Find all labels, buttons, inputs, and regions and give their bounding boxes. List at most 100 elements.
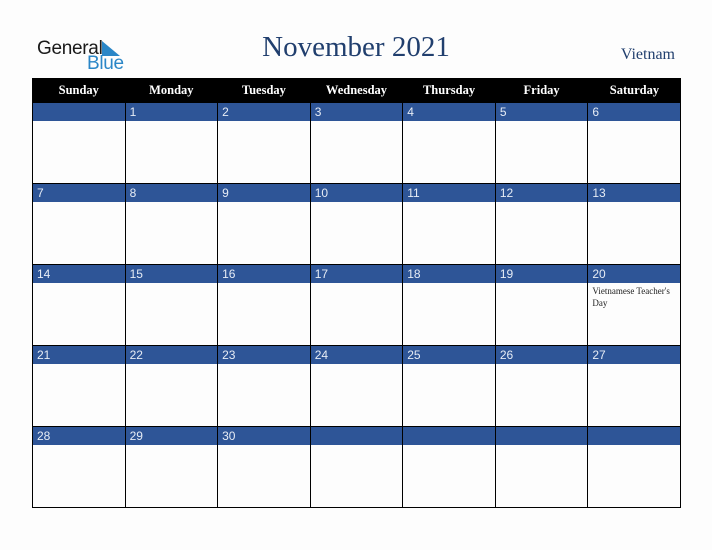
day-events bbox=[126, 364, 218, 426]
day-cell[interactable]: 11 bbox=[402, 183, 496, 265]
week-row: 123456 bbox=[32, 102, 681, 184]
day-cell[interactable]: 18 bbox=[402, 264, 496, 346]
day-events bbox=[218, 364, 310, 426]
day-events bbox=[403, 202, 495, 264]
day-number: 24 bbox=[310, 346, 403, 364]
day-number bbox=[33, 103, 125, 121]
day-events bbox=[496, 202, 588, 264]
day-cell[interactable]: 14 bbox=[32, 264, 126, 346]
day-events bbox=[33, 202, 125, 264]
day-cell[interactable]: 20 Vietnamese Teacher's Day bbox=[587, 264, 681, 346]
day-number: 27 bbox=[588, 346, 680, 364]
day-events bbox=[218, 445, 310, 507]
day-number: 21 bbox=[33, 346, 125, 364]
weekday-wednesday: Wednesday bbox=[309, 78, 403, 103]
day-events bbox=[33, 364, 125, 426]
day-cell[interactable]: 22 bbox=[124, 345, 219, 427]
day-events bbox=[403, 445, 495, 507]
day-cell[interactable] bbox=[402, 426, 496, 508]
day-cell[interactable]: 29 bbox=[124, 426, 219, 508]
day-cell[interactable]: 27 bbox=[587, 345, 681, 427]
day-events bbox=[311, 364, 403, 426]
week-row: 21 22 23 24 25 26 27 bbox=[32, 345, 681, 427]
day-events bbox=[403, 364, 495, 426]
day-cell[interactable]: 17 bbox=[309, 264, 404, 346]
day-events bbox=[311, 445, 403, 507]
day-number: 30 bbox=[218, 427, 310, 445]
weekday-header-row: Sunday Monday Tuesday Wednesday Thursday Frid… bbox=[32, 78, 681, 103]
day-events bbox=[403, 283, 495, 345]
day-cell[interactable]: 6 bbox=[587, 102, 681, 184]
day-cell[interactable]: 12 bbox=[494, 183, 589, 265]
day-number: 16 bbox=[218, 265, 310, 283]
weekday-friday: Friday bbox=[494, 78, 588, 103]
day-number: 9 bbox=[218, 184, 310, 202]
day-cell[interactable]: 28 bbox=[32, 426, 126, 508]
day-number: 26 bbox=[495, 346, 588, 364]
weekday-saturday: Saturday bbox=[587, 78, 681, 103]
day-number: 15 bbox=[125, 265, 218, 283]
day-cell[interactable]: 10 bbox=[309, 183, 404, 265]
day-number: 3 bbox=[310, 103, 403, 121]
day-cell[interactable] bbox=[309, 426, 404, 508]
weekday-monday: Monday bbox=[124, 78, 218, 103]
day-number bbox=[310, 427, 403, 445]
day-cell[interactable] bbox=[587, 426, 681, 508]
day-number: 2 bbox=[218, 103, 310, 121]
day-cell[interactable]: 13 bbox=[587, 183, 681, 265]
day-events bbox=[496, 121, 588, 183]
day-number: 13 bbox=[588, 184, 680, 202]
day-number bbox=[403, 427, 495, 445]
day-number: 17 bbox=[310, 265, 403, 283]
day-cell[interactable]: 1 bbox=[124, 102, 219, 184]
day-cell[interactable] bbox=[32, 102, 126, 184]
day-cell[interactable]: 26 bbox=[494, 345, 589, 427]
day-cell[interactable]: 9 bbox=[217, 183, 311, 265]
day-number: 8 bbox=[125, 184, 218, 202]
week-row: 14 15 16 17 18 19 20 Vietnamese Teacher's Day bbox=[32, 264, 681, 346]
day-cell[interactable]: 7 bbox=[32, 183, 126, 265]
day-events bbox=[218, 121, 310, 183]
day-events bbox=[311, 121, 403, 183]
day-events bbox=[33, 283, 125, 345]
day-events: Vietnamese Teacher's Day bbox=[592, 286, 670, 308]
day-number bbox=[588, 427, 680, 445]
day-events bbox=[403, 121, 495, 183]
day-number: 5 bbox=[495, 103, 588, 121]
day-cell[interactable]: 3 bbox=[309, 102, 404, 184]
day-events bbox=[33, 445, 125, 507]
day-cell[interactable]: 25 bbox=[402, 345, 496, 427]
calendar-title: November 2021 bbox=[262, 31, 450, 63]
day-cell[interactable]: 19 bbox=[494, 264, 589, 346]
day-cell[interactable]: 21 bbox=[32, 345, 126, 427]
day-number: 22 bbox=[125, 346, 218, 364]
day-events bbox=[311, 202, 403, 264]
day-events bbox=[311, 283, 403, 345]
day-cell[interactable]: 4 bbox=[402, 102, 496, 184]
day-number: 10 bbox=[310, 184, 403, 202]
day-events bbox=[588, 445, 680, 507]
day-cell[interactable]: 15 bbox=[124, 264, 219, 346]
day-cell[interactable]: 16 bbox=[217, 264, 311, 346]
day-cell[interactable]: 5 bbox=[494, 102, 589, 184]
day-number: 4 bbox=[403, 103, 495, 121]
day-events bbox=[496, 445, 588, 507]
day-number: 1 bbox=[125, 103, 218, 121]
weekday-tuesday: Tuesday bbox=[217, 78, 311, 103]
day-cell[interactable]: 24 bbox=[309, 345, 404, 427]
day-events bbox=[33, 121, 125, 183]
day-number: 7 bbox=[33, 184, 125, 202]
day-events bbox=[496, 283, 588, 345]
day-cell[interactable] bbox=[494, 426, 589, 508]
day-events bbox=[588, 364, 680, 426]
day-events bbox=[126, 283, 218, 345]
day-number: 20 bbox=[588, 265, 680, 283]
day-number: 18 bbox=[403, 265, 495, 283]
day-cell[interactable]: 8 bbox=[124, 183, 219, 265]
day-events bbox=[588, 121, 680, 183]
day-number: 12 bbox=[495, 184, 588, 202]
day-cell[interactable]: 30 bbox=[217, 426, 311, 508]
day-cell[interactable]: 2 bbox=[217, 102, 311, 184]
day-number: 28 bbox=[33, 427, 125, 445]
day-cell[interactable]: 23 bbox=[217, 345, 311, 427]
